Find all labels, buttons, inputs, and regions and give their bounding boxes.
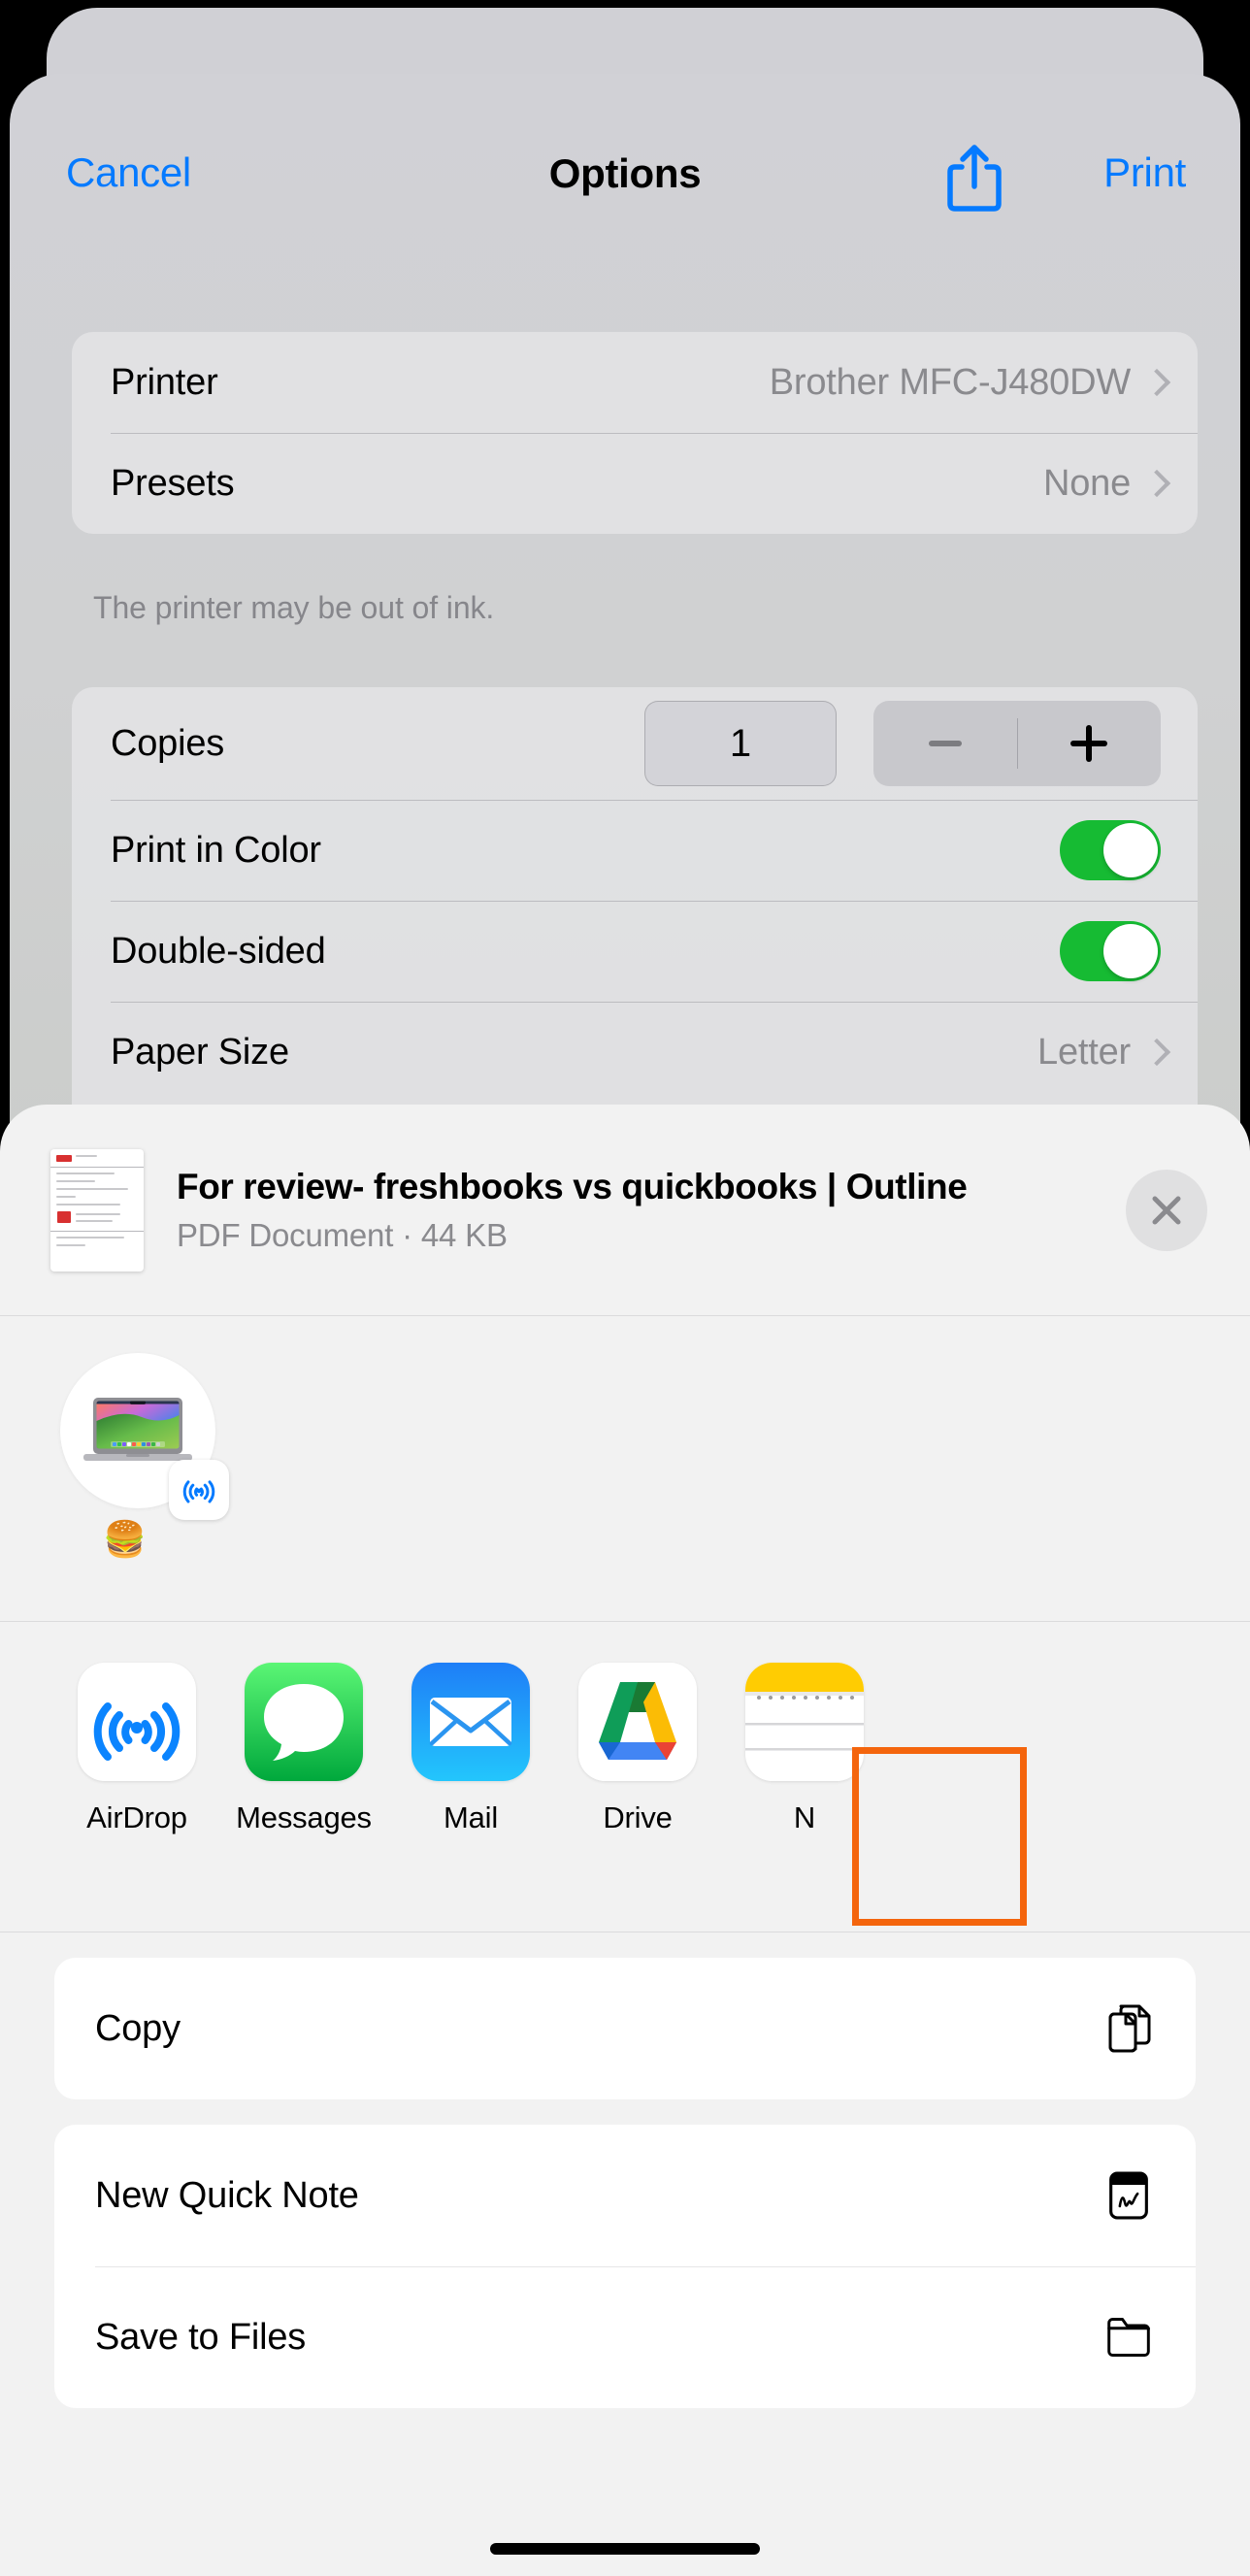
print-button[interactable]: Print bbox=[1103, 149, 1186, 196]
shared-document-title: For review- freshbooks vs quickbooks | O… bbox=[177, 1166, 968, 1206]
double-sided-label: Double-sided bbox=[111, 930, 326, 972]
action-row-new-quick-note[interactable]: New Quick Note bbox=[54, 2125, 1196, 2266]
print-in-color-toggle[interactable] bbox=[1060, 820, 1161, 880]
printer-row-value: Brother MFC-J480DW bbox=[769, 361, 1131, 403]
share-app-messages[interactable]: Messages bbox=[220, 1663, 387, 1835]
messages-icon bbox=[245, 1663, 363, 1781]
toggle-knob bbox=[1103, 823, 1158, 877]
airdrop-badge bbox=[169, 1460, 229, 1520]
print-options-navbar: Cancel Options Print bbox=[10, 74, 1240, 212]
printer-row[interactable]: Printer Brother MFC-J480DW bbox=[72, 332, 1198, 433]
double-sided-toggle[interactable] bbox=[1060, 921, 1161, 981]
pdf-page-thumbnail bbox=[50, 1148, 144, 1271]
iphone-screen: Cancel Options Print Printer Brother MFC… bbox=[0, 0, 1250, 2576]
airdrop-device-name: 🍔 bbox=[103, 1519, 147, 1559]
share-sheet: For review- freshbooks vs quickbooks | O… bbox=[0, 1105, 1250, 2576]
print-options-sheet: Cancel Options Print Printer Brother MFC… bbox=[10, 74, 1240, 1141]
google-drive-icon bbox=[578, 1663, 697, 1781]
toggle-knob bbox=[1103, 924, 1158, 978]
paper-size-value: Letter bbox=[1037, 1031, 1131, 1073]
plus-icon bbox=[1070, 725, 1107, 762]
share-apps-row: AirDrop Messages Mail Drive N bbox=[0, 1622, 1250, 1932]
thumbnail-logo-mark bbox=[56, 1154, 72, 1162]
action-label: Copy bbox=[95, 2007, 181, 2049]
shared-document-header: For review- freshbooks vs quickbooks | O… bbox=[0, 1105, 1250, 1316]
share-actions-list: Copy New Quick Note Save to Files bbox=[0, 1932, 1250, 2408]
macbook-icon bbox=[83, 1398, 192, 1461]
copies-row: Copies 1 bbox=[72, 687, 1198, 800]
notes-icon bbox=[745, 1663, 864, 1781]
copy-documents-icon bbox=[1104, 2000, 1153, 2057]
share-app-notes[interactable]: N bbox=[721, 1663, 888, 1835]
share-app-label: Drive bbox=[603, 1800, 673, 1834]
folder-icon bbox=[1104, 2309, 1153, 2365]
print-in-color-label: Print in Color bbox=[111, 829, 321, 871]
chevron-right-icon bbox=[1146, 1040, 1161, 1065]
chevron-right-icon bbox=[1146, 471, 1161, 496]
share-app-drive[interactable]: Drive bbox=[554, 1663, 721, 1835]
action-label: Save to Files bbox=[95, 2316, 307, 2358]
airdrop-target-device[interactable]: 🍔 bbox=[60, 1353, 254, 1557]
presets-row-label: Presets bbox=[111, 462, 235, 504]
print-in-color-row: Print in Color bbox=[72, 800, 1198, 901]
airdrop-icon bbox=[78, 1663, 196, 1781]
airdrop-targets-area: 🍔 bbox=[0, 1316, 1250, 1622]
action-label: New Quick Note bbox=[95, 2174, 359, 2216]
action-row-copy[interactable]: Copy bbox=[54, 1958, 1196, 2099]
copies-row-label: Copies bbox=[111, 722, 225, 764]
print-settings-group: Copies 1 Print in Color Double-sided Pap… bbox=[72, 687, 1198, 1118]
share-up-arrow-icon[interactable] bbox=[943, 142, 1005, 214]
shared-document-subtitle: PDF Document · 44 KB bbox=[177, 1216, 508, 1253]
close-icon bbox=[1152, 1196, 1181, 1224]
home-indicator bbox=[490, 2543, 760, 2555]
paper-size-label: Paper Size bbox=[111, 1031, 289, 1073]
share-action-card-list: New Quick Note Save to Files bbox=[54, 2125, 1196, 2408]
paper-size-row[interactable]: Paper Size Letter bbox=[72, 1002, 1198, 1103]
action-row-save-to-files[interactable]: Save to Files bbox=[54, 2266, 1196, 2408]
presets-row[interactable]: Presets None bbox=[72, 433, 1198, 534]
printer-settings-group: Printer Brother MFC-J480DW Presets None bbox=[72, 332, 1198, 534]
close-button[interactable] bbox=[1126, 1169, 1207, 1251]
airdrop-icon bbox=[182, 1480, 215, 1503]
quick-note-icon bbox=[1104, 2167, 1153, 2224]
chevron-right-icon bbox=[1146, 370, 1161, 395]
copies-value-field[interactable]: 1 bbox=[644, 701, 837, 786]
shared-document-info: For review- freshbooks vs quickbooks | O… bbox=[177, 1167, 1126, 1254]
share-app-label: Messages bbox=[236, 1800, 372, 1834]
page-title: Options bbox=[548, 150, 702, 196]
share-app-label: Mail bbox=[443, 1800, 499, 1834]
minus-icon bbox=[929, 741, 962, 746]
share-app-airdrop[interactable]: AirDrop bbox=[53, 1663, 220, 1835]
presets-row-value: None bbox=[1042, 462, 1131, 504]
share-app-mail[interactable]: Mail bbox=[387, 1663, 554, 1835]
mail-icon bbox=[411, 1663, 530, 1781]
share-action-card-copy: Copy bbox=[54, 1958, 1196, 2099]
copies-decrement-button[interactable] bbox=[873, 701, 1017, 786]
share-app-label: N bbox=[793, 1800, 816, 1834]
copies-stepper bbox=[873, 701, 1161, 786]
printer-status-footnote: The printer may be out of ink. bbox=[93, 590, 495, 625]
printer-row-label: Printer bbox=[111, 361, 218, 403]
copies-increment-button[interactable] bbox=[1017, 701, 1161, 786]
double-sided-row: Double-sided bbox=[72, 901, 1198, 1002]
share-app-label: AirDrop bbox=[86, 1800, 187, 1834]
